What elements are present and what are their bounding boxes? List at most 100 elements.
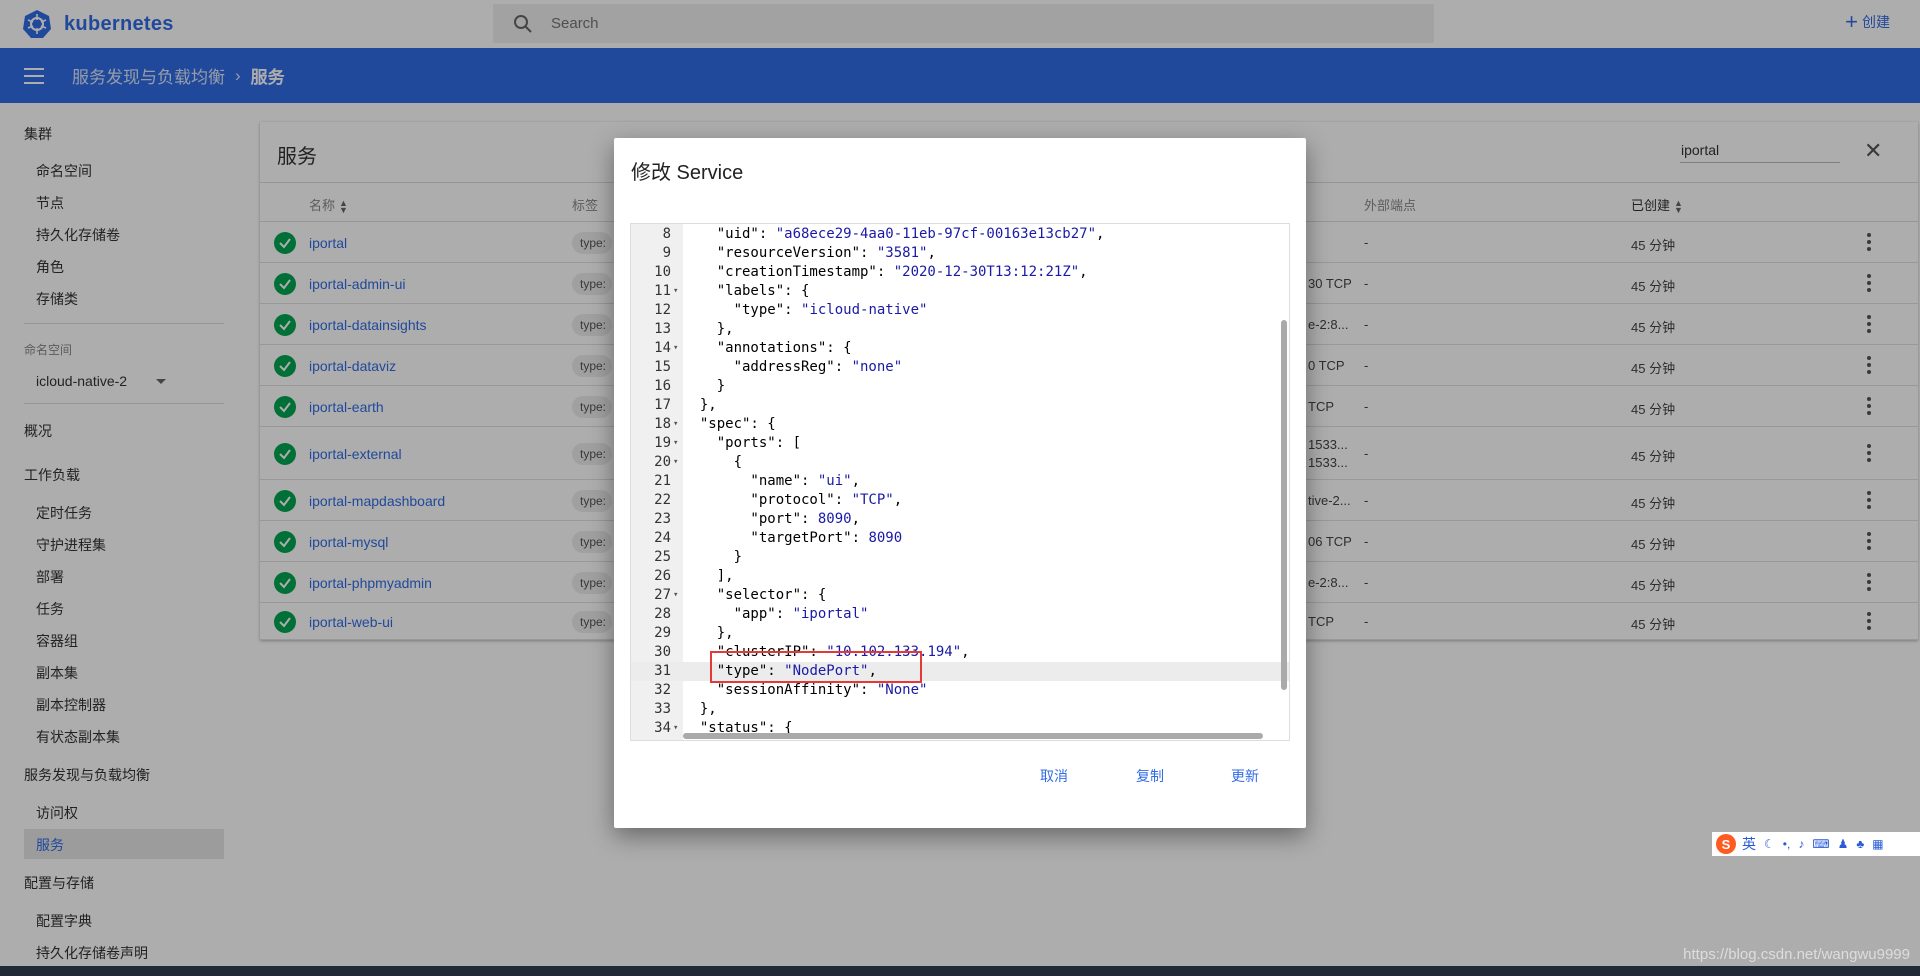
line-number: 34 [654, 720, 671, 736]
keyboard-icon[interactable]: ⌨ [1812, 837, 1829, 851]
line-number: 24 [654, 530, 671, 546]
code-text: "spec": { [683, 416, 776, 432]
code-text: }, [683, 321, 734, 337]
code-line[interactable]: 25 } [631, 548, 1289, 567]
code-text: }, [683, 397, 717, 413]
line-number: 10 [654, 264, 671, 280]
line-number: 17 [654, 397, 671, 413]
line-number: 19 [654, 435, 671, 451]
line-number: 21 [654, 473, 671, 489]
code-text: "sessionAffinity": "None" [683, 682, 928, 698]
line-number: 27 [654, 587, 671, 603]
ime-mode[interactable]: 英 [1742, 834, 1756, 854]
code-text: }, [683, 701, 717, 717]
line-number: 22 [654, 492, 671, 508]
code-line[interactable]: 33 }, [631, 700, 1289, 719]
code-text: "addressReg": "none" [683, 359, 903, 375]
line-number: 14 [654, 340, 671, 356]
code-text: "protocol": "TCP", [683, 492, 903, 508]
code-line[interactable]: 20 ▾ { [631, 453, 1289, 472]
moon-icon[interactable]: ☾ [1764, 837, 1775, 851]
code-line[interactable]: 21 "name": "ui", [631, 472, 1289, 491]
code-line[interactable]: 12 "type": "icloud-native" [631, 301, 1289, 320]
code-line[interactable]: 23 "port": 8090, [631, 510, 1289, 529]
fold-toggle-icon[interactable]: ▾ [673, 339, 678, 358]
code-text: "port": 8090, [683, 511, 861, 527]
grid-icon[interactable]: ▦ [1872, 837, 1883, 851]
code-text: "labels": { [683, 283, 810, 299]
line-number: 13 [654, 321, 671, 337]
code-text: }, [683, 625, 734, 641]
fold-toggle-icon[interactable]: ▾ [673, 415, 678, 434]
code-line[interactable]: 14 ▾ "annotations": { [631, 339, 1289, 358]
code-line[interactable]: 19 ▾ "ports": [ [631, 434, 1289, 453]
fold-toggle-icon[interactable]: ▾ [673, 282, 678, 301]
horizontal-scrollbar[interactable] [683, 733, 1263, 739]
line-number: 15 [654, 359, 671, 375]
line-number: 18 [654, 416, 671, 432]
dialog-title: 修改 Service [631, 162, 744, 184]
line-number: 33 [654, 701, 671, 717]
code-text: "annotations": { [683, 340, 852, 356]
line-number: 31 [654, 663, 671, 679]
user-icon[interactable]: ♟ [1838, 837, 1849, 851]
code-line[interactable]: 9 "resourceVersion": "3581", [631, 244, 1289, 263]
code-line[interactable]: 11 ▾ "labels": { [631, 282, 1289, 301]
line-number: 32 [654, 682, 671, 698]
vertical-scrollbar[interactable] [1281, 320, 1287, 690]
code-text: "app": "iportal" [683, 606, 869, 622]
code-line[interactable]: 17 }, [631, 396, 1289, 415]
code-text: "name": "ui", [683, 473, 861, 489]
shirt-icon[interactable]: ♣ [1856, 837, 1864, 851]
line-number: 11 [654, 283, 671, 299]
punctuation-icon[interactable]: •, [1783, 837, 1791, 851]
sogou-logo-icon[interactable]: S [1716, 834, 1736, 854]
code-line[interactable]: 18 ▾ "spec": { [631, 415, 1289, 434]
line-number: 23 [654, 511, 671, 527]
code-line[interactable]: 13 }, [631, 320, 1289, 339]
fold-toggle-icon[interactable]: ▾ [673, 719, 678, 738]
line-number: 8 [662, 226, 671, 242]
code-text: "ports": [ [683, 435, 802, 451]
ime-toolbar: S 英 ☾ •, ♪ ⌨ ♟ ♣ ▦ [1712, 832, 1920, 856]
code-text: } [683, 549, 743, 565]
code-line[interactable]: 26 ], [631, 567, 1289, 586]
fold-toggle-icon[interactable]: ▾ [673, 453, 678, 472]
code-text: } [683, 378, 726, 394]
fold-toggle-icon[interactable]: ▾ [673, 434, 678, 453]
code-line[interactable]: 27 ▾ "selector": { [631, 586, 1289, 605]
code-text: "uid": "a68ece29-4aa0-11eb-97cf-00163e13… [683, 226, 1105, 242]
code-line[interactable]: 10 "creationTimestamp": "2020-12-30T13:1… [631, 263, 1289, 282]
code-text: "type": "icloud-native" [683, 302, 928, 318]
code-text: "resourceVersion": "3581", [683, 245, 936, 261]
line-number: 9 [662, 245, 671, 261]
code-line[interactable]: 24 "targetPort": 8090 [631, 529, 1289, 548]
taskbar [0, 966, 1920, 976]
line-number: 12 [654, 302, 671, 318]
code-text: "targetPort": 8090 [683, 530, 903, 546]
line-number: 25 [654, 549, 671, 565]
edit-service-dialog: 修改 Service 8 "uid": "a68ece29-4aa0-11eb-… [614, 138, 1306, 828]
line-number: 28 [654, 606, 671, 622]
code-line[interactable]: 28 "app": "iportal" [631, 605, 1289, 624]
code-line[interactable]: 22 "protocol": "TCP", [631, 491, 1289, 510]
watermark: https://blog.csdn.net/wangwu9999 [1683, 946, 1910, 963]
annotation-highlight-box [710, 651, 922, 683]
code-line[interactable]: 15 "addressReg": "none" [631, 358, 1289, 377]
code-text: { [683, 454, 743, 470]
code-line[interactable]: 8 "uid": "a68ece29-4aa0-11eb-97cf-00163e… [631, 225, 1289, 244]
line-number: 20 [654, 454, 671, 470]
microphone-icon[interactable]: ♪ [1798, 837, 1804, 851]
code-line[interactable]: 29 }, [631, 624, 1289, 643]
line-number: 29 [654, 625, 671, 641]
line-number: 26 [654, 568, 671, 584]
copy-button[interactable]: 复制 [1136, 766, 1164, 786]
code-line[interactable]: 16 } [631, 377, 1289, 396]
update-button[interactable]: 更新 [1231, 766, 1259, 786]
code-text: "creationTimestamp": "2020-12-30T13:12:2… [683, 264, 1088, 280]
line-number: 16 [654, 378, 671, 394]
cancel-button[interactable]: 取消 [1040, 766, 1068, 786]
fold-toggle-icon[interactable]: ▾ [673, 586, 678, 605]
code-text: "selector": { [683, 587, 827, 603]
code-line[interactable]: 32 "sessionAffinity": "None" [631, 681, 1289, 700]
